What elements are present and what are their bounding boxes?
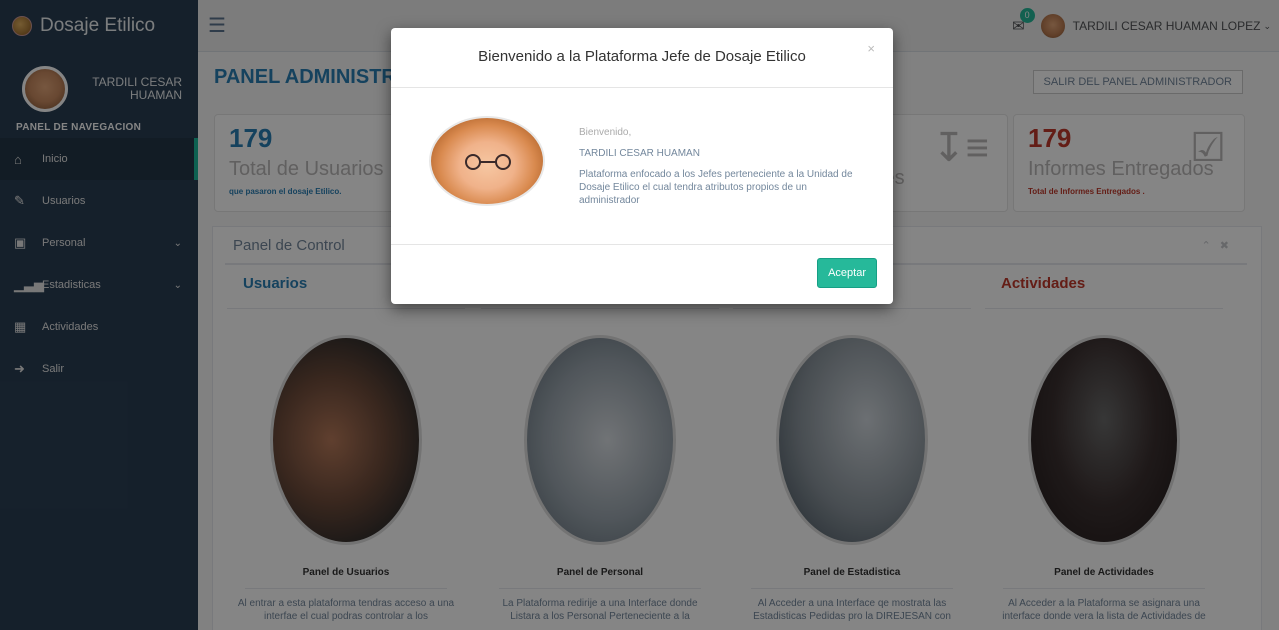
accept-button[interactable]: Aceptar [817,258,877,288]
modal-title: Bienvenido a la Plataforma Jefe de Dosaj… [478,48,806,65]
modal-text: Bienvenido, TARDILI CESAR HUAMAN Platafo… [579,126,869,207]
welcome-modal: Bienvenido a la Plataforma Jefe de Dosaj… [391,28,893,304]
avatar [429,116,545,206]
close-icon[interactable]: × [867,41,875,56]
greeting: Bienvenido, [579,127,632,138]
glasses-icon [465,154,511,170]
description: Plataforma enfocado a los Jefes pertenec… [579,169,853,206]
modal-body: Bienvenido, TARDILI CESAR HUAMAN Platafo… [391,88,893,245]
user-name: TARDILI CESAR HUAMAN [579,148,700,159]
modal-header: Bienvenido a la Plataforma Jefe de Dosaj… [391,28,893,88]
modal-footer: Aceptar [391,245,893,303]
